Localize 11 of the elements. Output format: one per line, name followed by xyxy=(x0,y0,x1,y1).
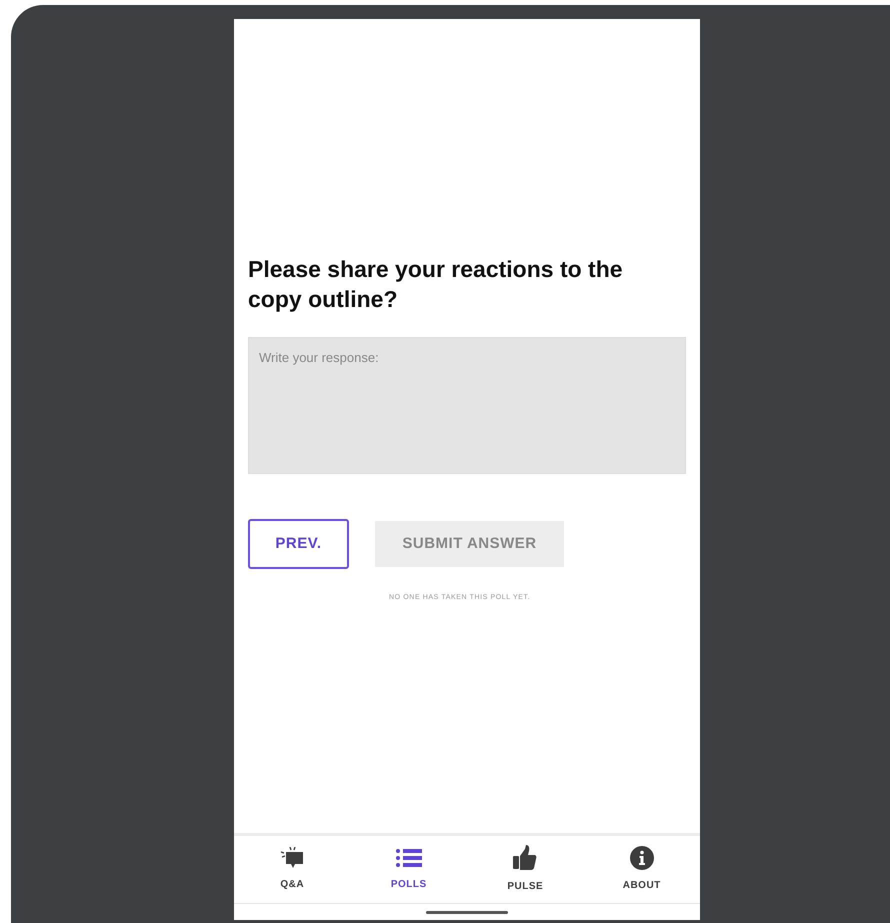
tab-bar-item[interactable]: PULSE xyxy=(467,836,584,903)
tab-bar-item[interactable]: POLLS xyxy=(350,836,467,903)
question-title: Please share your reactions to the copy outline? xyxy=(248,255,624,314)
previous-button[interactable]: PREV. xyxy=(248,519,349,569)
speech-bubble-icon xyxy=(280,847,304,869)
list-icon xyxy=(394,847,423,869)
tab-bar-item[interactable]: Q&A xyxy=(234,836,350,903)
response-field[interactable]: Write your response: xyxy=(248,337,686,474)
thumbs-up-icon xyxy=(513,845,538,871)
info-icon xyxy=(630,846,654,870)
tab-bar-item[interactable]: ABOUT xyxy=(584,836,700,903)
